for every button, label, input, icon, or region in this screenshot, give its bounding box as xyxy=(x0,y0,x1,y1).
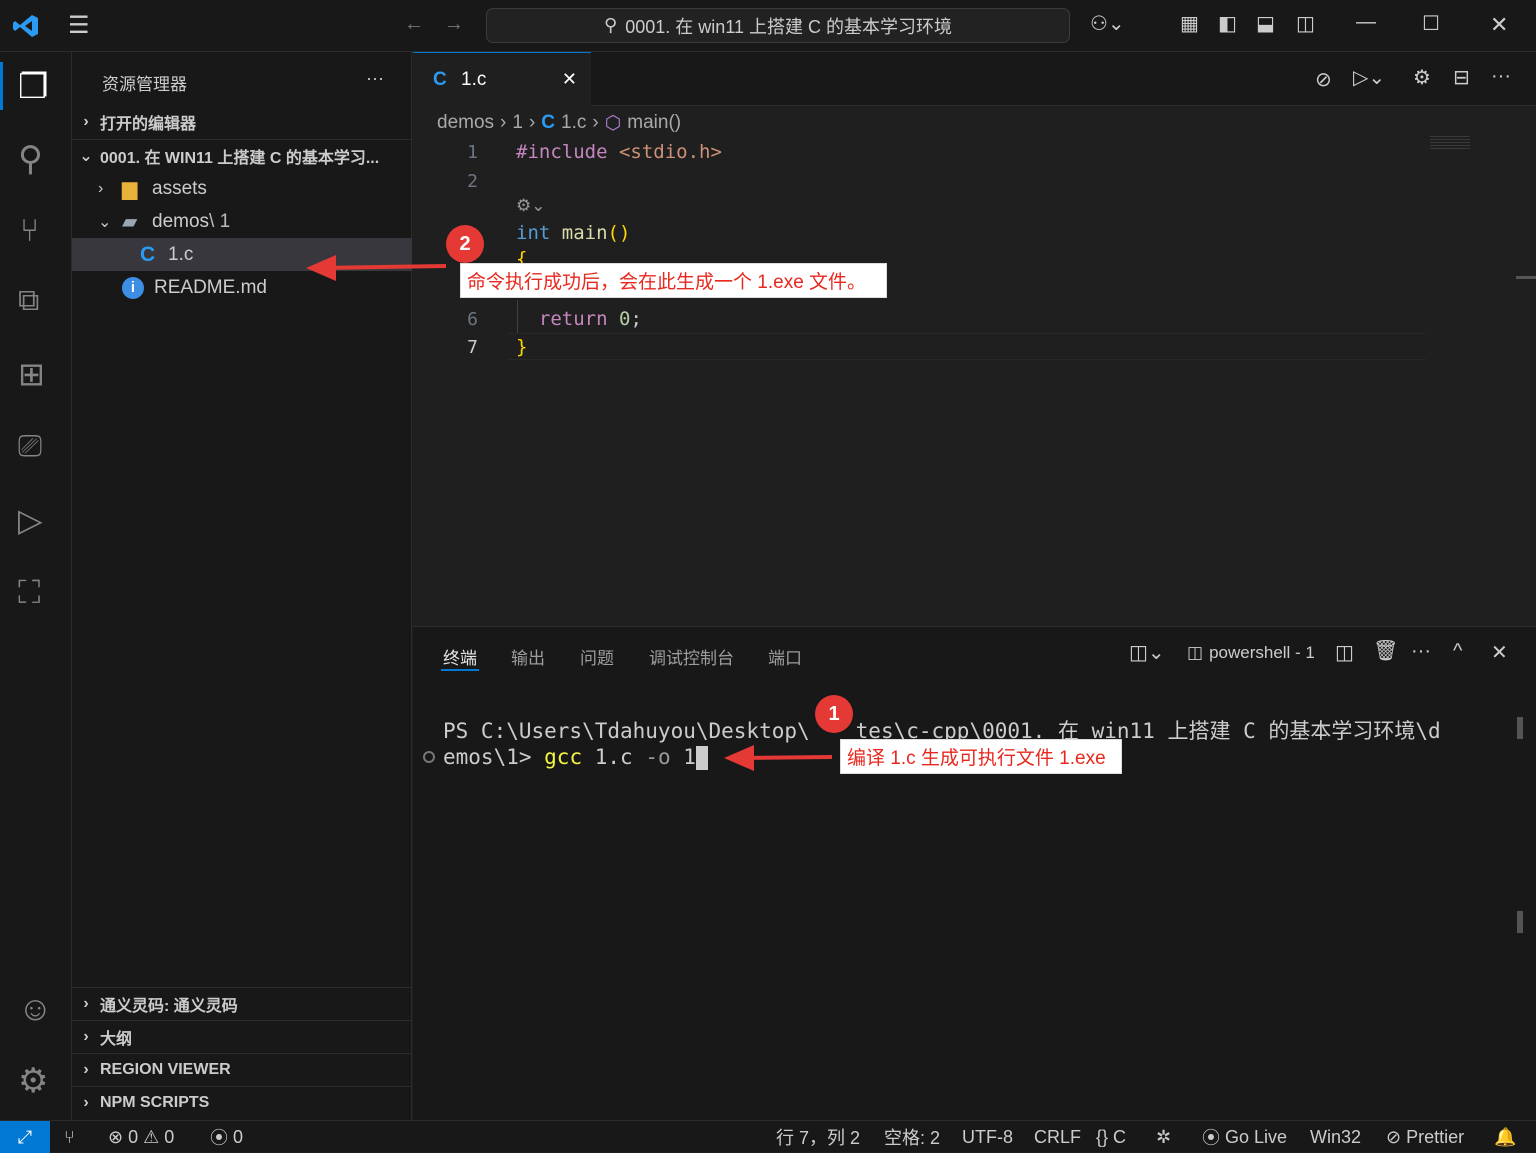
annotation-callout-1: 编译 1.c 生成可执行文件 1.exe xyxy=(840,739,1122,774)
warning-count: 0 xyxy=(164,1126,175,1147)
go-live-item[interactable]: ⦿ Go Live xyxy=(1202,1121,1287,1153)
annotation-arrows xyxy=(306,255,833,771)
error-icon: ⊗ xyxy=(108,1126,124,1147)
prettier-item[interactable]: ⊘ Prettier xyxy=(1386,1121,1464,1153)
warning-icon: ⚠ xyxy=(143,1126,160,1147)
remote-icon: ⤢ xyxy=(17,1126,33,1147)
branch-icon: ⑂ xyxy=(64,1126,75,1147)
ports-item[interactable]: ⦿ 0 xyxy=(210,1121,243,1153)
annotation-badge-2: 2 xyxy=(446,225,484,263)
prettier-label: Prettier xyxy=(1406,1126,1465,1147)
braces-icon: {} xyxy=(1096,1126,1109,1147)
tongyi-icon: ✲ xyxy=(1156,1126,1172,1147)
cursor-position[interactable]: 行 7，列 2 xyxy=(776,1121,860,1153)
prettier-icon: ⊘ xyxy=(1386,1126,1402,1147)
encoding[interactable]: UTF-8 xyxy=(962,1121,1013,1153)
annotation-callout-2: 命令执行成功后，会在此生成一个 1.exe 文件。 xyxy=(460,263,887,298)
remote-indicator[interactable]: ⤢ xyxy=(0,1121,50,1153)
problems-item[interactable]: ⊗ 0 ⚠ 0 xyxy=(108,1121,174,1153)
line-ending[interactable]: CRLF xyxy=(1034,1121,1081,1153)
status-bar: ⤢ ⑂ ⊗ 0 ⚠ 0 ⦿ 0 行 7，列 2 空格: 2 UTF-8 CRLF {}… xyxy=(0,1120,1536,1153)
language-mode[interactable]: {} C xyxy=(1096,1121,1126,1153)
tongyi-status[interactable]: ✲ xyxy=(1156,1121,1171,1153)
platform-item[interactable]: Win32 xyxy=(1310,1121,1361,1153)
error-count: 0 xyxy=(128,1126,139,1147)
broadcast-icon: ⦿ xyxy=(1202,1128,1220,1148)
ports-count: 0 xyxy=(233,1126,244,1147)
indentation[interactable]: 空格: 2 xyxy=(884,1121,940,1153)
go-live-label: Go Live xyxy=(1225,1126,1288,1147)
branch-item[interactable]: ⑂ xyxy=(64,1121,75,1153)
notifications-bell-icon[interactable]: 🔔 xyxy=(1494,1121,1516,1153)
annotation-badge-1: 1 xyxy=(815,695,853,733)
language-label: C xyxy=(1113,1126,1127,1147)
broadcast-icon: ⦿ xyxy=(210,1128,228,1148)
